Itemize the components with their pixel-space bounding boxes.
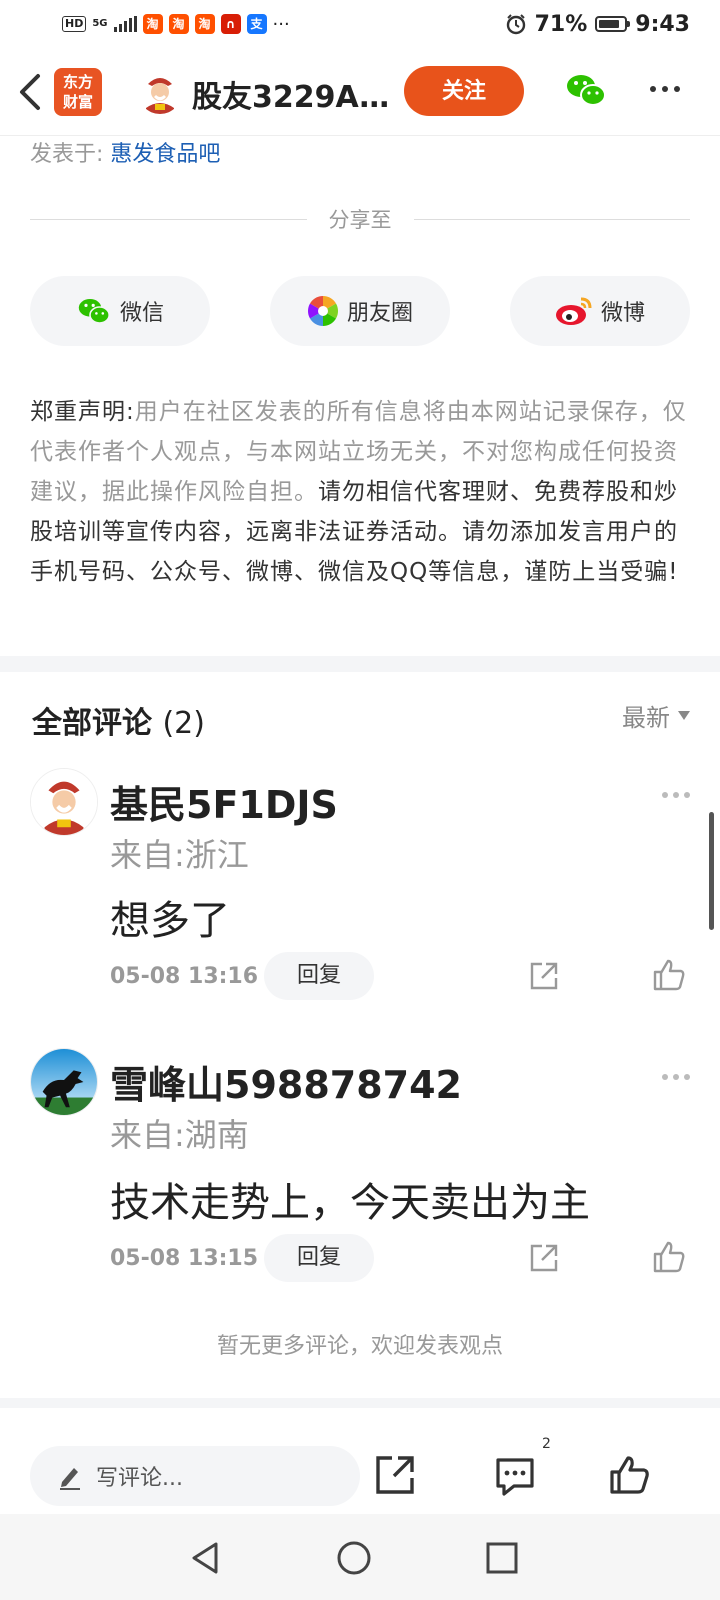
moments-icon <box>307 296 338 326</box>
share-label: 分享至 <box>328 208 392 232</box>
hd-indicator: HD <box>62 16 87 32</box>
like-icon[interactable] <box>608 1454 650 1496</box>
status-bar: HD 5G 淘 淘 淘 ∩ 支 ··· 71% 9:43 <box>0 0 720 48</box>
share-moments-button[interactable]: 朋友圈 <box>270 276 450 346</box>
share-divider: 分享至 <box>30 204 690 234</box>
comment-time: 05-08 13:15 <box>110 1246 259 1271</box>
page-title: 股友3229A... <box>192 80 392 115</box>
comment-text: 技术走势上，今天卖出为主 <box>110 1180 590 1226</box>
nav-recents-icon[interactable] <box>482 1538 522 1578</box>
share-icon[interactable] <box>374 1454 416 1496</box>
like-icon[interactable] <box>652 1240 686 1274</box>
disclaimer: 郑重声明:用户在社区发表的所有信息将由本网站记录保存，仅代表作者个人观点，与本网… <box>30 392 692 592</box>
reply-button[interactable]: 回复 <box>264 952 374 1000</box>
like-icon[interactable] <box>652 958 686 992</box>
wechat-icon[interactable] <box>564 70 608 110</box>
bottom-action-bar: 写评论... 2 <box>0 1410 720 1514</box>
author-avatar[interactable] <box>138 70 182 114</box>
section-divider <box>0 1398 720 1408</box>
comment-time: 05-08 13:16 <box>110 964 259 989</box>
network-type: 5G <box>92 18 108 29</box>
commenter-location: 来自:湖南 <box>110 1116 249 1154</box>
comment-icon[interactable] <box>494 1454 536 1496</box>
signal-icon <box>113 16 137 32</box>
system-nav-bar <box>0 1514 720 1600</box>
comment-more-icon[interactable] <box>662 792 690 798</box>
nav-home-icon[interactable] <box>334 1538 374 1578</box>
comments-title: 全部评论 (2) <box>32 706 205 741</box>
section-divider <box>0 656 720 672</box>
more-menu-icon[interactable] <box>650 86 690 96</box>
taobao-icon: 淘 <box>194 14 215 34</box>
commenter-avatar[interactable] <box>30 768 98 836</box>
comment-text: 想多了 <box>110 898 230 944</box>
comments-count: (2) <box>162 706 205 741</box>
commenter-name[interactable]: 雪峰山598878742 <box>110 1054 462 1109</box>
forum-link[interactable]: 惠发食品吧 <box>110 142 220 167</box>
battery-icon <box>595 16 631 32</box>
share-icon[interactable] <box>528 1242 560 1274</box>
follow-button[interactable]: 关注 <box>404 66 524 116</box>
write-comment-input[interactable]: 写评论... <box>30 1446 360 1506</box>
back-arrow-icon[interactable] <box>16 72 46 112</box>
disclaimer-title: 郑重声明: <box>30 399 135 425</box>
weibo-icon <box>555 297 592 325</box>
more-notifications-icon: ··· <box>272 13 290 35</box>
share-icon[interactable] <box>528 960 560 992</box>
top-nav-bar: 东方 财富 股友3229A... 关注 <box>0 48 720 136</box>
comment-more-icon[interactable] <box>662 1074 690 1080</box>
battery-percent: 71% <box>534 11 588 37</box>
caret-down-icon <box>678 711 690 720</box>
reply-button[interactable]: 回复 <box>264 1234 374 1282</box>
wechat-icon <box>78 299 110 324</box>
taobao-icon: 淘 <box>168 14 189 34</box>
share-wechat-button[interactable]: 微信 <box>30 276 210 346</box>
posted-in: 发表于: 惠发食品吧 <box>30 142 221 167</box>
commenter-avatar[interactable] <box>30 1048 98 1116</box>
commenter-location: 来自:浙江 <box>110 836 249 874</box>
nav-back-icon[interactable] <box>186 1538 226 1578</box>
alarm-icon <box>506 14 525 35</box>
commenter-name[interactable]: 基民5F1DJS <box>110 774 338 829</box>
pencil-icon <box>60 1468 80 1490</box>
no-more-comments: 暂无更多评论，欢迎发表观点 <box>216 1334 503 1359</box>
sort-dropdown[interactable]: 最新 <box>622 698 690 733</box>
eastmoney-logo[interactable]: 东方 财富 <box>54 68 102 116</box>
taobao-icon: 淘 <box>142 14 163 34</box>
share-weibo-button[interactable]: 微博 <box>510 276 690 346</box>
comment-count-badge: 2 <box>542 1436 551 1452</box>
clock: 9:43 <box>635 11 690 37</box>
app-icon: ∩ <box>220 14 241 34</box>
alipay-icon: 支 <box>246 14 267 34</box>
scrollbar[interactable] <box>709 812 714 930</box>
share-buttons: 微信 朋友圈 微博 <box>30 276 690 346</box>
